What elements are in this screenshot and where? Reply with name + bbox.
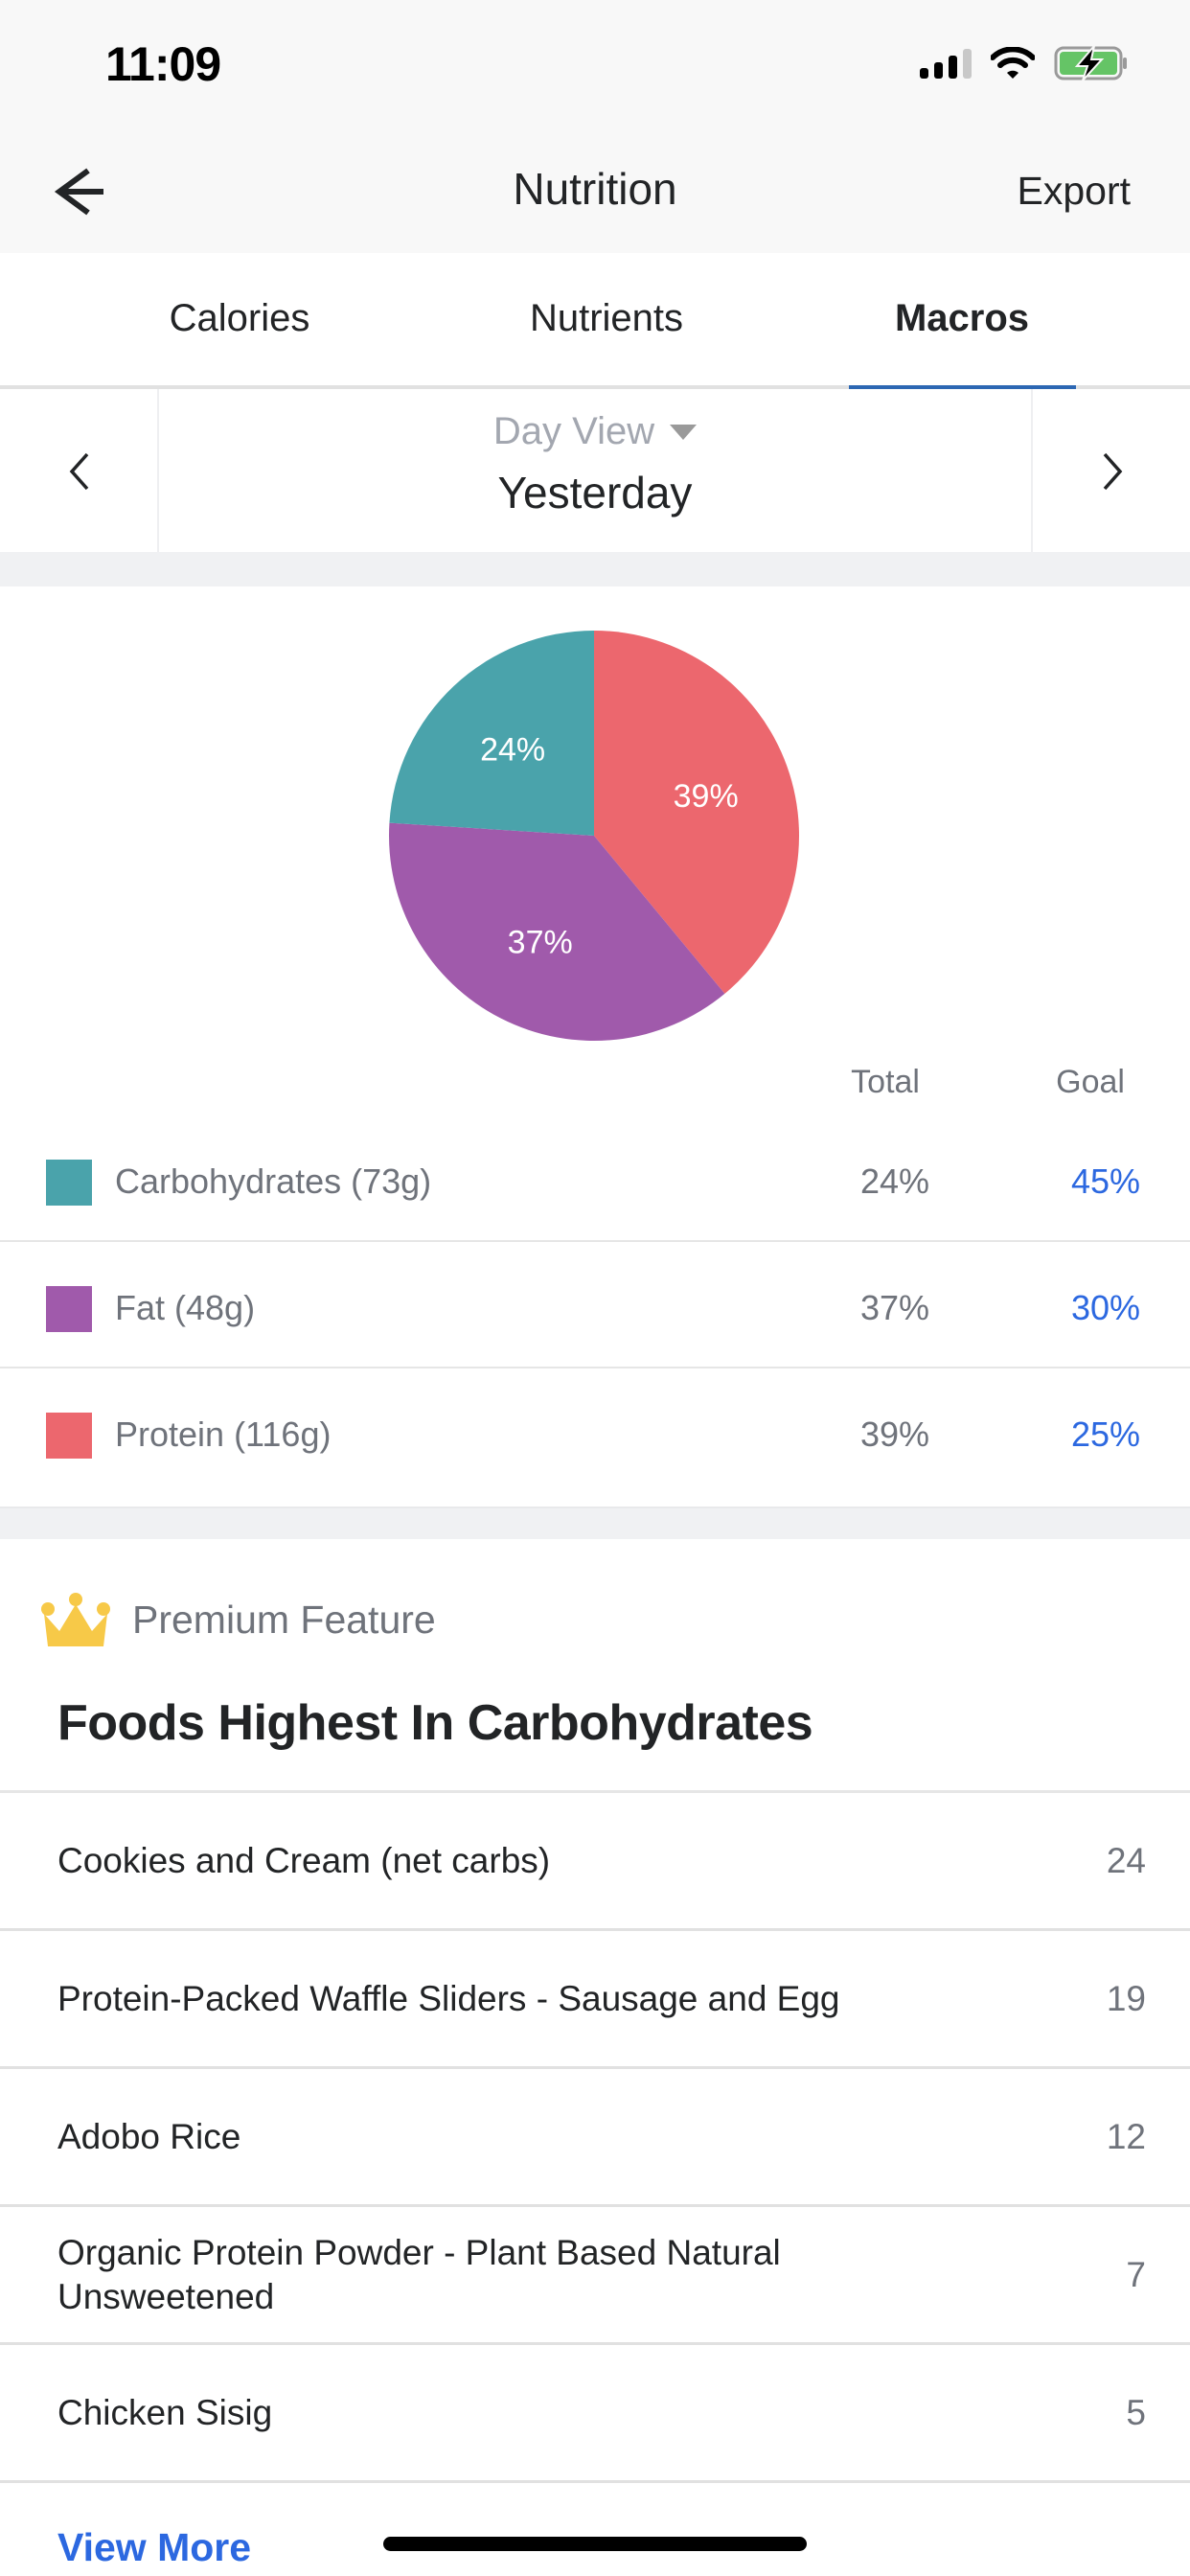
pie-label-fat: 37% [508, 924, 573, 960]
goal-column-header: Goal [1056, 1064, 1125, 1100]
wifi-icon [991, 47, 1035, 79]
food-list: Cookies and Cream (net carbs) 24 Protein… [0, 1790, 1190, 2483]
macro-goal[interactable]: 25% [1071, 1414, 1140, 1455]
legend-swatch [46, 1160, 92, 1206]
food-carbs: 5 [1126, 2392, 1146, 2432]
date-label: Yesterday [497, 468, 693, 518]
premium-badge: Premium Feature [40, 1593, 436, 1646]
list-item[interactable]: Organic Protein Powder - Plant Based Nat… [0, 2207, 1190, 2345]
cellular-signal-icon [920, 48, 972, 79]
food-name: Cookies and Cream (net carbs) [57, 1840, 551, 1880]
caret-down-icon [670, 424, 698, 440]
macro-total: 37% [859, 1288, 929, 1327]
view-more-link[interactable]: View More [57, 2525, 251, 2570]
macro-total: 24% [859, 1162, 929, 1201]
section-title: Foods Highest In Carbohydrates [57, 1695, 813, 1751]
nav-bar: Nutrition Export [0, 134, 1190, 253]
food-name: Chicken Sisig [57, 2392, 273, 2432]
tab-calories[interactable]: Calories [125, 297, 355, 340]
macros-chart-section: 39% 37% 24% Total Goal Carbohydrates (73g)… [0, 586, 1190, 1506]
macros-pie-chart: 39% 37% 24% [389, 631, 799, 1041]
chevron-right-icon [1103, 452, 1123, 491]
page-title: Nutrition [513, 164, 677, 214]
export-button[interactable]: Export [1018, 169, 1132, 214]
food-carbs: 24 [1106, 1840, 1146, 1880]
pie-label-carbohydrates: 24% [480, 732, 545, 769]
macro-label: Fat (48g) [115, 1288, 256, 1327]
list-item[interactable]: Adobo Rice 12 [0, 2069, 1190, 2207]
tab-nutrients[interactable]: Nutrients [492, 297, 721, 340]
macro-row-carbohydrates: Carbohydrates (73g) 24% 45% [0, 1116, 1190, 1242]
macro-total: 39% [859, 1414, 929, 1454]
view-mode-dropdown[interactable]: Day View [492, 410, 698, 453]
status-icons [920, 44, 1129, 82]
food-carbs: 7 [1126, 2254, 1146, 2294]
previous-day-button[interactable] [0, 389, 159, 552]
crown-icon [41, 1593, 110, 1646]
macro-goal[interactable]: 30% [1071, 1288, 1140, 1328]
list-item[interactable]: Cookies and Cream (net carbs) 24 [0, 1793, 1190, 1931]
tab-bar: Calories Nutrients Macros [0, 253, 1190, 391]
home-indicator[interactable] [383, 2537, 807, 2551]
status-bar: 11:09 [0, 0, 1190, 134]
food-name: Protein-Packed Waffle Sliders - Sausage … [57, 1978, 840, 2018]
status-time: 11:09 [105, 37, 221, 91]
premium-label: Premium Feature [132, 1597, 436, 1642]
tab-macros[interactable]: Macros [847, 297, 1077, 340]
battery-charging-icon [1054, 45, 1127, 81]
list-item[interactable]: Chicken Sisig 5 [0, 2345, 1190, 2483]
legend-swatch [46, 1413, 92, 1459]
next-day-button[interactable] [1031, 389, 1190, 552]
chevron-left-icon [69, 452, 89, 491]
view-mode-label: Day View [492, 410, 655, 452]
total-column-header: Total [851, 1064, 920, 1100]
premium-foods-section: Premium Feature Foods Highest In Carbohy… [0, 1539, 1190, 2576]
section-divider [0, 1506, 1190, 1539]
macro-row-fat: Fat (48g) 37% 30% [0, 1242, 1190, 1368]
macro-label: Protein (116g) [115, 1414, 332, 1454]
macro-label: Carbohydrates (73g) [115, 1162, 432, 1201]
food-name: Adobo Rice [57, 2116, 241, 2156]
legend-swatch [46, 1286, 92, 1332]
macro-row-protein: Protein (116g) 39% 25% [0, 1368, 1190, 1495]
list-item[interactable]: Protein-Packed Waffle Sliders - Sausage … [0, 1931, 1190, 2069]
section-divider [0, 552, 1190, 586]
date-switcher: Day View Yesterday [0, 389, 1190, 552]
date-view-selector[interactable]: Day View Yesterday [161, 389, 1029, 552]
macro-goal[interactable]: 45% [1071, 1162, 1140, 1202]
food-name: Organic Protein Powder - Plant Based Nat… [57, 2232, 781, 2316]
food-carbs: 19 [1106, 1978, 1146, 2018]
pie-label-protein: 39% [674, 778, 739, 815]
food-carbs: 12 [1106, 2116, 1146, 2156]
